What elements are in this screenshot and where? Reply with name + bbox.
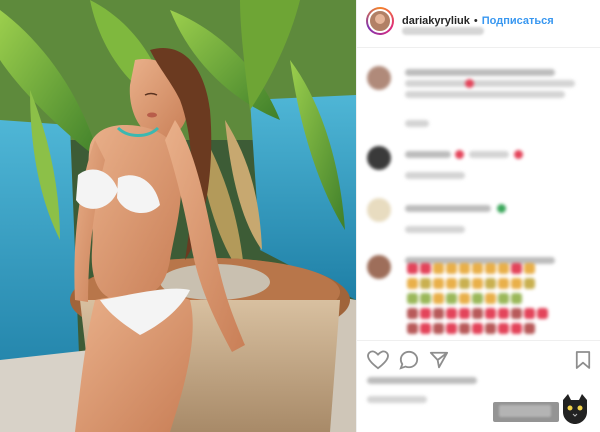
post-photo-image	[0, 0, 356, 432]
avatar[interactable]	[366, 7, 394, 35]
location-redacted	[402, 27, 484, 35]
actions-divider	[357, 340, 600, 341]
post-side-panel: dariakyryliuk • Подписаться	[356, 0, 600, 432]
follow-button[interactable]: Подписаться	[482, 15, 554, 27]
share-icon[interactable]	[429, 350, 449, 370]
header-divider	[357, 47, 600, 48]
post-photo[interactable]	[0, 0, 356, 432]
watermark-logo	[493, 392, 593, 426]
username-link[interactable]: dariakyryliuk	[402, 15, 470, 27]
post-actions	[357, 344, 600, 376]
cat-icon	[563, 394, 587, 424]
separator-dot: •	[473, 15, 478, 27]
heart-icon[interactable]	[367, 350, 389, 370]
bookmark-icon[interactable]	[575, 350, 591, 370]
comment-icon[interactable]	[399, 350, 419, 370]
post-header: dariakyryliuk • Подписаться	[357, 0, 600, 42]
